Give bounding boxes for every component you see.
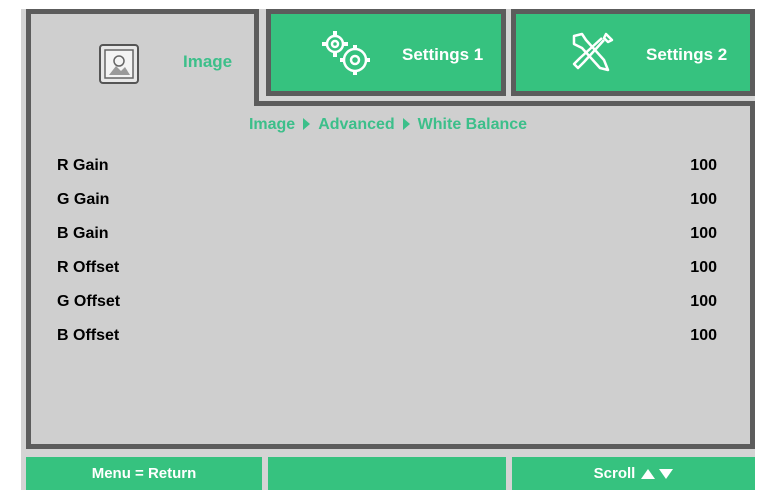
image-icon bbox=[99, 44, 139, 84]
footer-bar: Menu = Return Scroll bbox=[21, 457, 755, 490]
setting-value: 100 bbox=[690, 225, 717, 242]
setting-row-g-gain[interactable]: G Gain 100 bbox=[57, 183, 717, 217]
breadcrumb: Image Advanced White Balance bbox=[21, 116, 755, 134]
setting-row-g-offset[interactable]: G Offset 100 bbox=[57, 285, 717, 319]
setting-name: R Offset bbox=[57, 259, 120, 276]
tab-label: Settings 2 bbox=[646, 45, 728, 64]
setting-row-b-offset[interactable]: B Offset 100 bbox=[57, 319, 717, 353]
tab-settings-2[interactable]: Settings 2 bbox=[511, 9, 755, 96]
menu-return-hint: Menu = Return bbox=[26, 457, 262, 490]
arrow-down-icon bbox=[659, 468, 674, 479]
setting-value: 100 bbox=[690, 157, 717, 174]
menu-return-label: Menu = Return bbox=[91, 465, 197, 482]
breadcrumb-item: Image bbox=[248, 116, 296, 133]
chevron-right-icon bbox=[402, 118, 410, 130]
osd-menu: Image Settings 1 Settings 2 Image Advanc… bbox=[21, 9, 755, 490]
setting-row-b-gain[interactable]: B Gain 100 bbox=[57, 217, 717, 251]
gears-icon bbox=[319, 28, 373, 78]
setting-name: B Gain bbox=[57, 225, 109, 242]
setting-value: 100 bbox=[690, 191, 717, 208]
breadcrumb-item: Advanced bbox=[318, 116, 395, 133]
setting-value: 100 bbox=[690, 259, 717, 276]
tab-join bbox=[31, 97, 254, 109]
tab-label: Settings 1 bbox=[402, 45, 484, 64]
settings-list: R Gain 100 G Gain 100 B Gain 100 R Offse… bbox=[57, 149, 717, 353]
arrow-up-icon bbox=[641, 468, 656, 479]
tab-image[interactable]: Image bbox=[26, 9, 259, 107]
tools-icon bbox=[564, 28, 618, 78]
setting-row-r-gain[interactable]: R Gain 100 bbox=[57, 149, 717, 183]
setting-name: G Gain bbox=[57, 191, 110, 208]
setting-row-r-offset[interactable]: R Offset 100 bbox=[57, 251, 717, 285]
chevron-right-icon bbox=[303, 118, 311, 130]
setting-value: 100 bbox=[690, 327, 717, 344]
tab-bar: Image Settings 1 Settings 2 bbox=[21, 9, 755, 107]
setting-name: G Offset bbox=[57, 293, 121, 310]
setting-name: B Offset bbox=[57, 327, 120, 344]
breadcrumb-item: White Balance bbox=[417, 116, 528, 133]
tab-settings-1[interactable]: Settings 1 bbox=[266, 9, 506, 96]
scroll-label: Scroll bbox=[593, 465, 636, 482]
setting-value: 100 bbox=[690, 293, 717, 310]
footer-middle bbox=[268, 457, 506, 490]
scroll-hint: Scroll bbox=[512, 457, 755, 490]
tab-label: Image bbox=[183, 52, 233, 71]
setting-name: R Gain bbox=[57, 157, 109, 174]
